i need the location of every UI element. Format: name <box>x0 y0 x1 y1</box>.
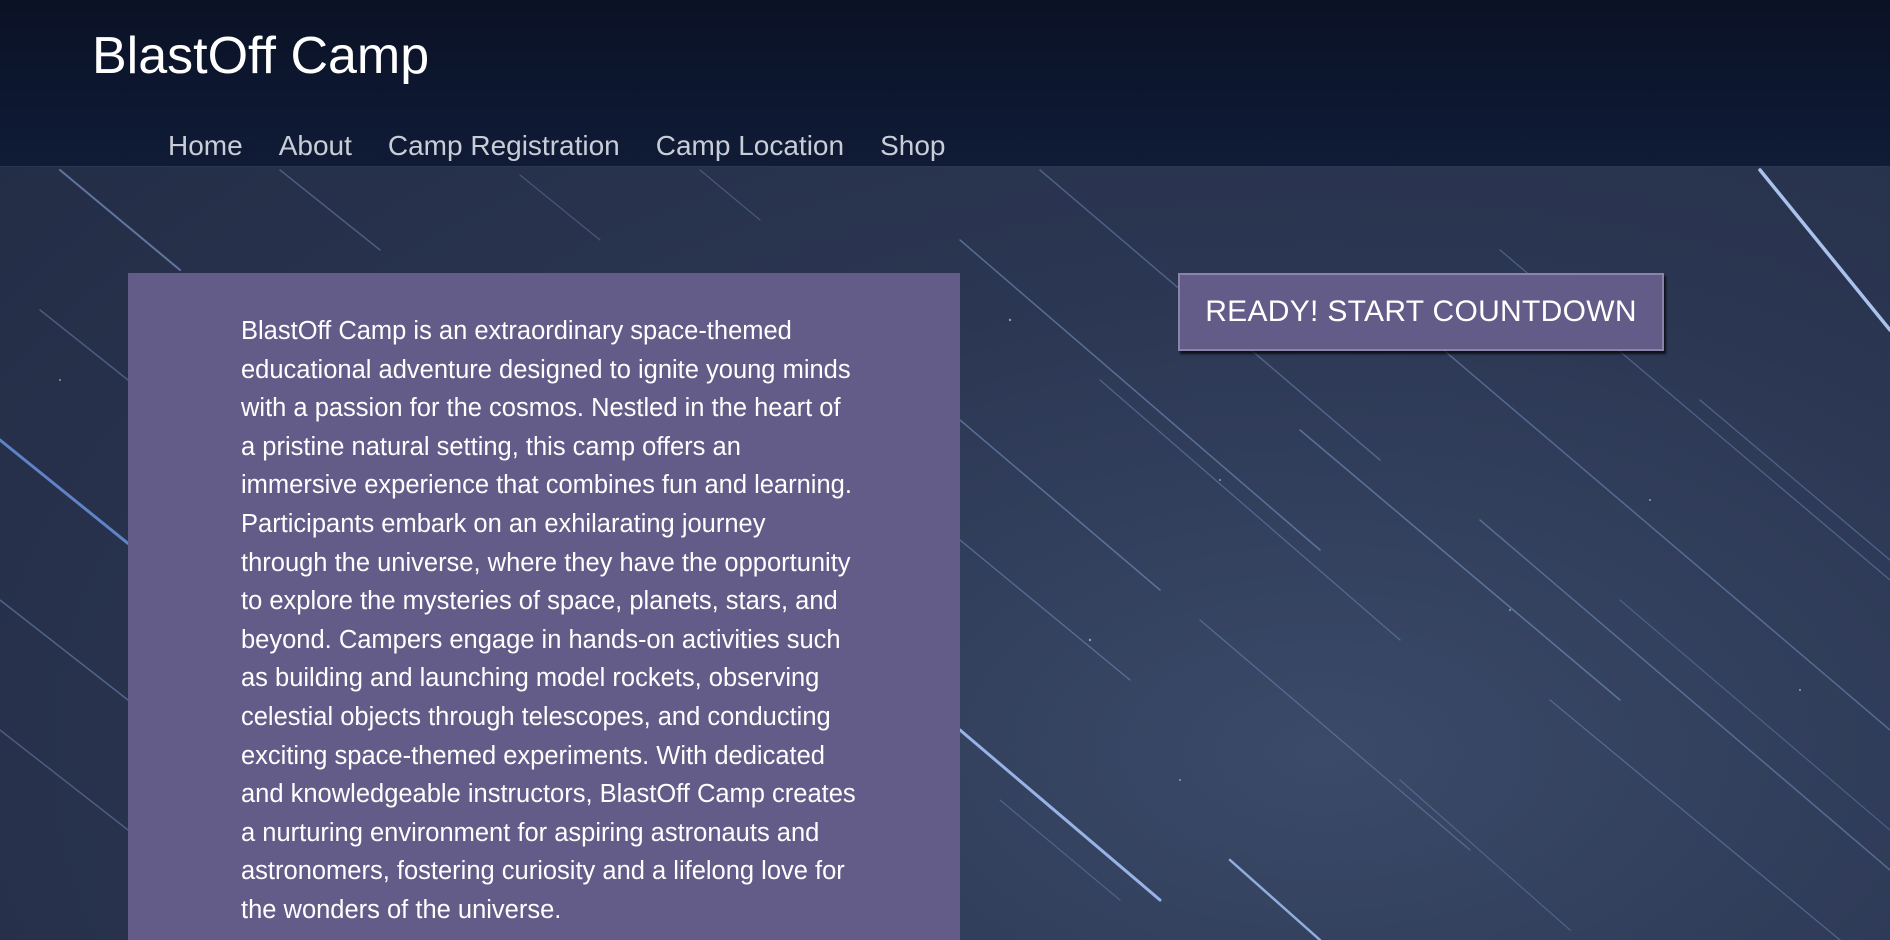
camp-description-text: BlastOff Camp is an extraordinary space-… <box>241 317 856 924</box>
nav-home[interactable]: Home <box>168 128 243 164</box>
main-nav: Home About Camp Registration Camp Locati… <box>168 128 946 164</box>
camp-description-panel: BlastOff Camp is an extraordinary space-… <box>128 273 960 940</box>
nav-camp-registration[interactable]: Camp Registration <box>388 128 620 164</box>
nav-camp-location[interactable]: Camp Location <box>656 128 844 164</box>
site-title[interactable]: BlastOff Camp <box>92 26 429 86</box>
start-countdown-button[interactable]: READY! START COUNTDOWN <box>1178 273 1664 351</box>
nav-about[interactable]: About <box>279 128 352 164</box>
nav-shop[interactable]: Shop <box>880 128 945 164</box>
site-header: BlastOff Camp Home About Camp Registrati… <box>0 0 1890 167</box>
